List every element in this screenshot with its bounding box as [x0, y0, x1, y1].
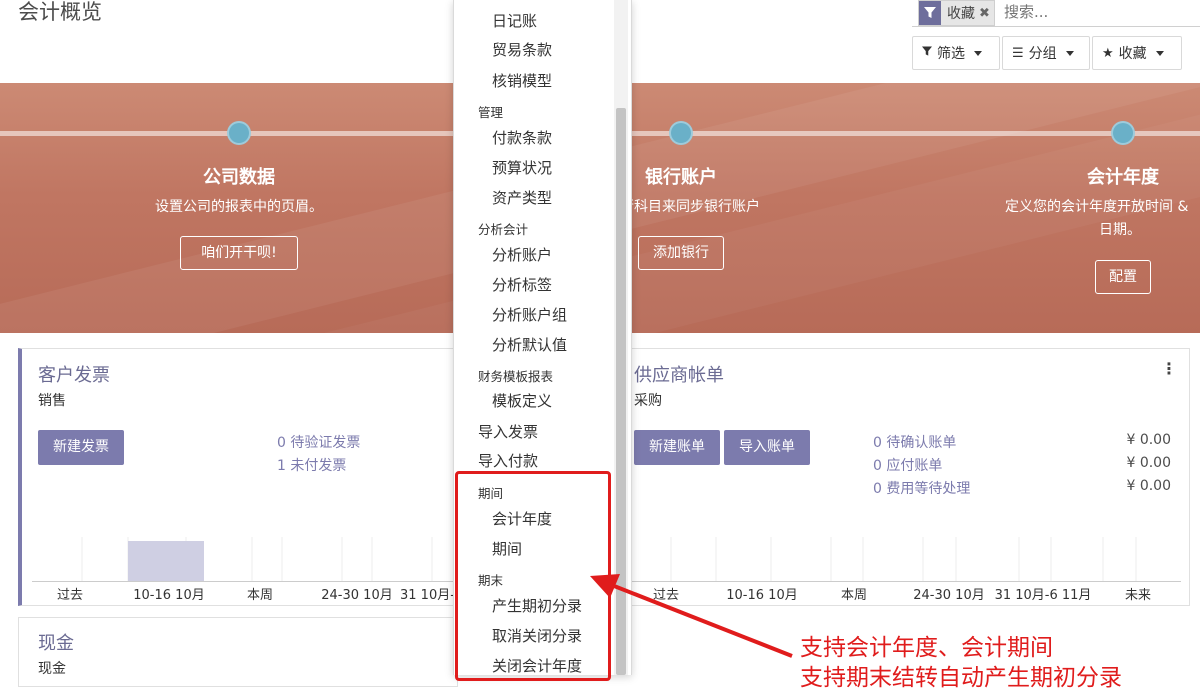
search-input[interactable]	[1002, 2, 1196, 22]
favorites-label: 收藏	[1118, 46, 1147, 62]
card-subtitle: 销售	[38, 393, 66, 409]
menu-item[interactable]: 资产类型	[492, 187, 552, 208]
tick-label: 本周	[246, 588, 273, 603]
amount-value: ¥ 0.00	[1126, 478, 1171, 494]
cash-card: 现金 现金	[18, 617, 458, 687]
menu-item[interactable]: 日记账	[492, 10, 537, 31]
new-invoice-button[interactable]: 新建发票	[38, 430, 124, 465]
star-icon: ★	[1102, 45, 1114, 61]
card-title[interactable]: 供应商帐单	[634, 361, 724, 387]
add-bank-button[interactable]: 添加银行	[638, 236, 724, 270]
amount-value: ¥ 0.00	[1126, 432, 1171, 448]
menu-item[interactable]: 导入发票	[478, 421, 538, 442]
filter-label: 筛选	[937, 46, 965, 62]
new-bill-button[interactable]: 新建账单	[634, 430, 720, 465]
configure-fiscal-year-button[interactable]: 配置	[1095, 260, 1151, 294]
pending-invoices-link[interactable]: 0 待验证发票	[277, 432, 360, 452]
menu-item[interactable]: 预算状况	[492, 157, 552, 178]
step-description: 行科目来同步银行账户	[620, 199, 760, 215]
menu-section-header: 分析会计	[478, 222, 529, 237]
annotation-text: 支持会计年度、会计期间	[800, 635, 1053, 661]
group-label: 分组	[1028, 46, 1057, 62]
tick-label: 24-30 10月	[321, 588, 393, 603]
menu-section-header: 财务模板报表	[478, 369, 554, 384]
chart-bar[interactable]	[128, 541, 204, 582]
menu-item[interactable]: 付款条款	[492, 127, 552, 148]
bills-to-validate-link[interactable]: 0 待确认账单	[873, 432, 956, 452]
page-title: 会计概览	[18, 0, 102, 24]
menu-item[interactable]: 分析标签	[492, 274, 552, 295]
filter-button[interactable]: 筛选	[912, 36, 1000, 70]
card-subtitle: 现金	[38, 661, 66, 677]
chevron-down-icon	[1065, 50, 1074, 56]
search-facet[interactable]: 收藏 ✖	[918, 0, 995, 26]
step-description: 定义您的会计年度开放时间 &	[1005, 199, 1189, 215]
card-title[interactable]: 现金	[38, 629, 74, 655]
tick-label: 31 10月-6 11月	[994, 588, 1092, 603]
menu-section-header: 管理	[478, 105, 504, 120]
tick-label: 未来	[1124, 588, 1151, 603]
card-subtitle: 采购	[634, 393, 662, 409]
tick-label: 过去	[56, 588, 83, 603]
annotation-arrow	[590, 574, 793, 658]
step-description: 设置公司的报表中的页眉。	[155, 199, 323, 215]
tick-label: 31 10月-	[400, 588, 455, 603]
favorites-button[interactable]: ★ 收藏	[1092, 36, 1182, 70]
facet-label: 收藏	[947, 6, 975, 22]
annotation-text: 支持期末结转自动产生期初分录	[800, 665, 1122, 691]
step-title: 公司数据	[203, 167, 275, 188]
unpaid-invoices-link[interactable]: 1 未付发票	[277, 455, 346, 475]
step-description: 日期。	[1099, 222, 1141, 238]
filter-icon	[919, 1, 941, 25]
tick-label: 24-30 10月	[913, 588, 985, 603]
menu-item[interactable]: 分析账户组	[492, 304, 567, 325]
filter-icon	[922, 46, 932, 61]
amount-value: ¥ 0.00	[1126, 455, 1171, 471]
chart-axis	[32, 581, 462, 582]
remove-facet-icon[interactable]: ✖	[979, 6, 994, 21]
expenses-pending-link[interactable]: 0 费用等待处理	[873, 478, 970, 498]
chevron-down-icon	[974, 50, 982, 56]
tick-label: 本周	[840, 588, 867, 603]
more-options-icon[interactable]: ⋮	[1161, 359, 1177, 378]
step-dot	[669, 121, 693, 145]
bills-to-pay-link[interactable]: 0 应付账单	[873, 455, 942, 475]
group-button[interactable]: ☰ 分组	[1002, 36, 1090, 70]
menu-item[interactable]: 分析账户	[492, 244, 552, 265]
company-data-button[interactable]: 咱们开干呗!	[180, 236, 298, 270]
import-bill-button[interactable]: 导入账单	[724, 430, 810, 465]
menu-item[interactable]: 分析默认值	[492, 334, 567, 355]
step-title: 会计年度	[1087, 167, 1159, 188]
tick-label: 10-16 10月	[133, 588, 205, 603]
invoice-chart	[81, 537, 433, 582]
card-title[interactable]: 客户发票	[38, 361, 110, 387]
menu-item[interactable]: 贸易条款	[492, 39, 552, 60]
menu-item[interactable]: 模板定义	[492, 390, 552, 411]
step-dot	[227, 121, 251, 145]
step-dot	[1111, 121, 1135, 145]
chevron-down-icon	[1155, 50, 1164, 56]
menu-item[interactable]: 核销模型	[492, 70, 552, 91]
customer-invoices-card: 客户发票 销售 新建发票 0 待验证发票 1 未付发票 过去 10-16 10月…	[18, 348, 462, 606]
menu-item[interactable]: 导入付款	[478, 450, 538, 471]
list-icon: ☰	[1012, 45, 1024, 61]
